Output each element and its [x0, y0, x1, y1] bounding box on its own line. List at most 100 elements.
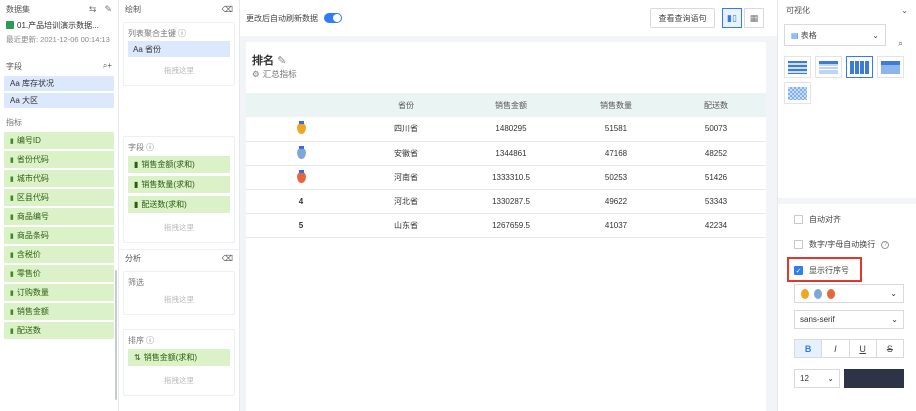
- field-measure[interactable]: ▮ 区县代码: [4, 189, 114, 206]
- draw-label: 绘制: [125, 4, 141, 14]
- drop-hint: 拖拽这里: [164, 222, 194, 232]
- table-cell: 50073: [666, 117, 766, 142]
- drop-hint: 拖拽这里: [164, 294, 194, 304]
- medal-style-select[interactable]: ⌄: [794, 284, 904, 303]
- chevron-down-icon: ⌄: [827, 374, 834, 383]
- bold-button[interactable]: B: [795, 340, 823, 357]
- field-measure[interactable]: ▮ 销售金额: [4, 303, 114, 320]
- chart-view-button[interactable]: ▮▯: [722, 8, 742, 28]
- show-row-number-option[interactable]: ✓ 显示行序号: [794, 265, 849, 276]
- table-cell: 41037: [566, 213, 666, 238]
- field-chip[interactable]: ▮ 销售数量(求和): [128, 176, 230, 193]
- fields-title: 字段 ⓘ: [128, 142, 154, 152]
- field-dimension[interactable]: Aa 大区: [4, 93, 114, 108]
- help-icon[interactable]: ?: [881, 240, 890, 249]
- sort-chip[interactable]: ⇅ 销售金额(求和): [128, 349, 230, 366]
- field-measure[interactable]: ▮ 含税价: [4, 246, 114, 263]
- column-header[interactable]: 配送数: [666, 93, 766, 117]
- dataset-item[interactable]: 01.产品培训演示数据...: [0, 18, 118, 32]
- edit-icon[interactable]: ✎: [104, 4, 112, 15]
- dataset-icon: [6, 21, 14, 29]
- summary-icon: ⚙: [252, 68, 260, 79]
- chevron-down-icon: ⌄: [890, 289, 897, 298]
- chevron-down-icon: ⌄: [891, 315, 898, 324]
- wrap-checkbox[interactable]: [794, 240, 803, 249]
- switch-dataset-icon[interactable]: ⇆: [89, 4, 97, 15]
- measure-icon: ▮: [10, 175, 14, 183]
- field-measure[interactable]: ▮ 商品编号: [4, 208, 114, 225]
- measure-icon: ▮: [10, 156, 14, 164]
- bronze-medal-icon: [296, 169, 306, 183]
- font-family-value: sans-serif: [800, 315, 835, 324]
- table-style-option[interactable]: [815, 56, 842, 78]
- gold-medal-icon: [801, 288, 809, 299]
- auto-align-option[interactable]: 自动对齐: [794, 214, 841, 225]
- fields-drop-area[interactable]: 字段 ⓘ ▮ 销售金额(求和) ▮ 销售数量(求和) ▮ 配送数(求和) 拖拽这里: [123, 136, 235, 243]
- card-subtitle: ⚙ 汇总指标: [252, 68, 297, 80]
- auto-refresh-label: 更改后自动刷新数据: [246, 13, 318, 23]
- sort-drop-area[interactable]: 排序 ⓘ ⇅ 销售金额(求和) 拖拽这里: [123, 329, 235, 396]
- silver-medal-icon: [296, 145, 306, 159]
- pivot-drop-area[interactable]: 列表聚合主键 ⓘ Aa 省份 拖拽这里: [123, 22, 235, 86]
- auto-align-checkbox[interactable]: [794, 215, 803, 224]
- fields-label: 字段: [6, 61, 22, 71]
- collapse-icon[interactable]: ⌄: [901, 6, 908, 15]
- clear-icon[interactable]: ⌫: [222, 5, 233, 14]
- table-style-option[interactable]: [784, 82, 811, 104]
- chart-card: 排名 ✎ ⚙ 汇总指标 省份 销售金额 销售数量 配送数 四川省 1480295 …: [246, 42, 766, 411]
- column-header[interactable]: 销售金额: [456, 93, 566, 117]
- fields-header: 字段 ⌕+: [0, 58, 118, 74]
- wrap-label: 数字/字母自动换行: [809, 240, 876, 249]
- view-sql-button[interactable]: 查看查询语句: [650, 8, 715, 28]
- table-view-button[interactable]: ▦: [744, 8, 764, 28]
- underline-button[interactable]: U: [850, 340, 877, 357]
- table-row: 四川省 1480295 51581 50073: [246, 117, 766, 142]
- field-chip[interactable]: ▮ 销售金额(求和): [128, 156, 230, 173]
- column-header[interactable]: 销售数量: [566, 93, 666, 117]
- edit-icon[interactable]: ✎: [277, 55, 286, 67]
- search-icon[interactable]: ⌕: [898, 38, 903, 49]
- table-style-option[interactable]: [877, 56, 904, 78]
- field-measure[interactable]: ▮ 订购数量: [4, 284, 114, 301]
- table-style-option[interactable]: [846, 56, 873, 78]
- auto-refresh-toggle[interactable]: [324, 13, 342, 23]
- scrollbar[interactable]: [115, 270, 117, 400]
- table-cell: 1480295: [456, 117, 566, 142]
- clear-icon[interactable]: ⌫: [222, 254, 233, 263]
- add-icon[interactable]: +: [107, 61, 112, 70]
- ranking-table: 省份 销售金额 销售数量 配送数 四川省 1480295 51581 50073…: [246, 93, 766, 238]
- field-measure[interactable]: ▮ 配送数: [4, 322, 114, 339]
- font-size-select[interactable]: 12 ⌄: [794, 369, 840, 388]
- filter-drop-area[interactable]: 筛选 拖拽这里: [123, 271, 235, 315]
- field-chip[interactable]: ▮ 配送数(求和): [128, 196, 230, 213]
- field-measure[interactable]: ▮ 商品条码: [4, 227, 114, 244]
- table-cell: 山东省: [356, 213, 456, 238]
- field-measure[interactable]: ▮ 编号ID: [4, 132, 114, 149]
- measures-label: 指标: [6, 118, 22, 127]
- dataset-updated: 最近更新: 2021-12-06 00:14:13: [6, 34, 110, 44]
- table-cell: 四川省: [356, 117, 456, 142]
- card-title[interactable]: 排名 ✎: [252, 52, 286, 68]
- field-measure[interactable]: ▮ 零售价: [4, 265, 114, 282]
- field-dimension[interactable]: Aa 库存状况: [4, 76, 114, 91]
- measure-icon: ▮: [10, 289, 14, 297]
- column-header[interactable]: 省份: [356, 93, 456, 117]
- table-cell: 1344861: [456, 141, 566, 166]
- pivot-chip[interactable]: Aa 省份: [128, 41, 230, 57]
- table-cell: 50253: [566, 165, 666, 190]
- table-row: 河南省 1333310.5 50253 51426: [246, 165, 766, 190]
- font-family-select[interactable]: sans-serif ⌄: [794, 310, 904, 329]
- chart-type-select[interactable]: ▤ 表格 ⌄: [784, 24, 886, 46]
- field-measure[interactable]: ▮ 省份代码: [4, 151, 114, 168]
- wrap-option[interactable]: 数字/字母自动换行 ?: [794, 239, 890, 250]
- measure-icon: ▮: [134, 200, 139, 209]
- pivot-title: 列表聚合主键 ⓘ: [128, 28, 186, 38]
- text-format-group: B I U S: [794, 339, 904, 358]
- table-style-option[interactable]: [784, 56, 811, 78]
- italic-button[interactable]: I: [822, 340, 850, 357]
- show-row-number-checkbox[interactable]: ✓: [794, 266, 803, 275]
- chevron-down-icon: ⌄: [872, 30, 879, 40]
- field-measure[interactable]: ▮ 城市代码: [4, 170, 114, 187]
- text-color-picker[interactable]: [844, 369, 904, 388]
- strikethrough-button[interactable]: S: [877, 340, 903, 357]
